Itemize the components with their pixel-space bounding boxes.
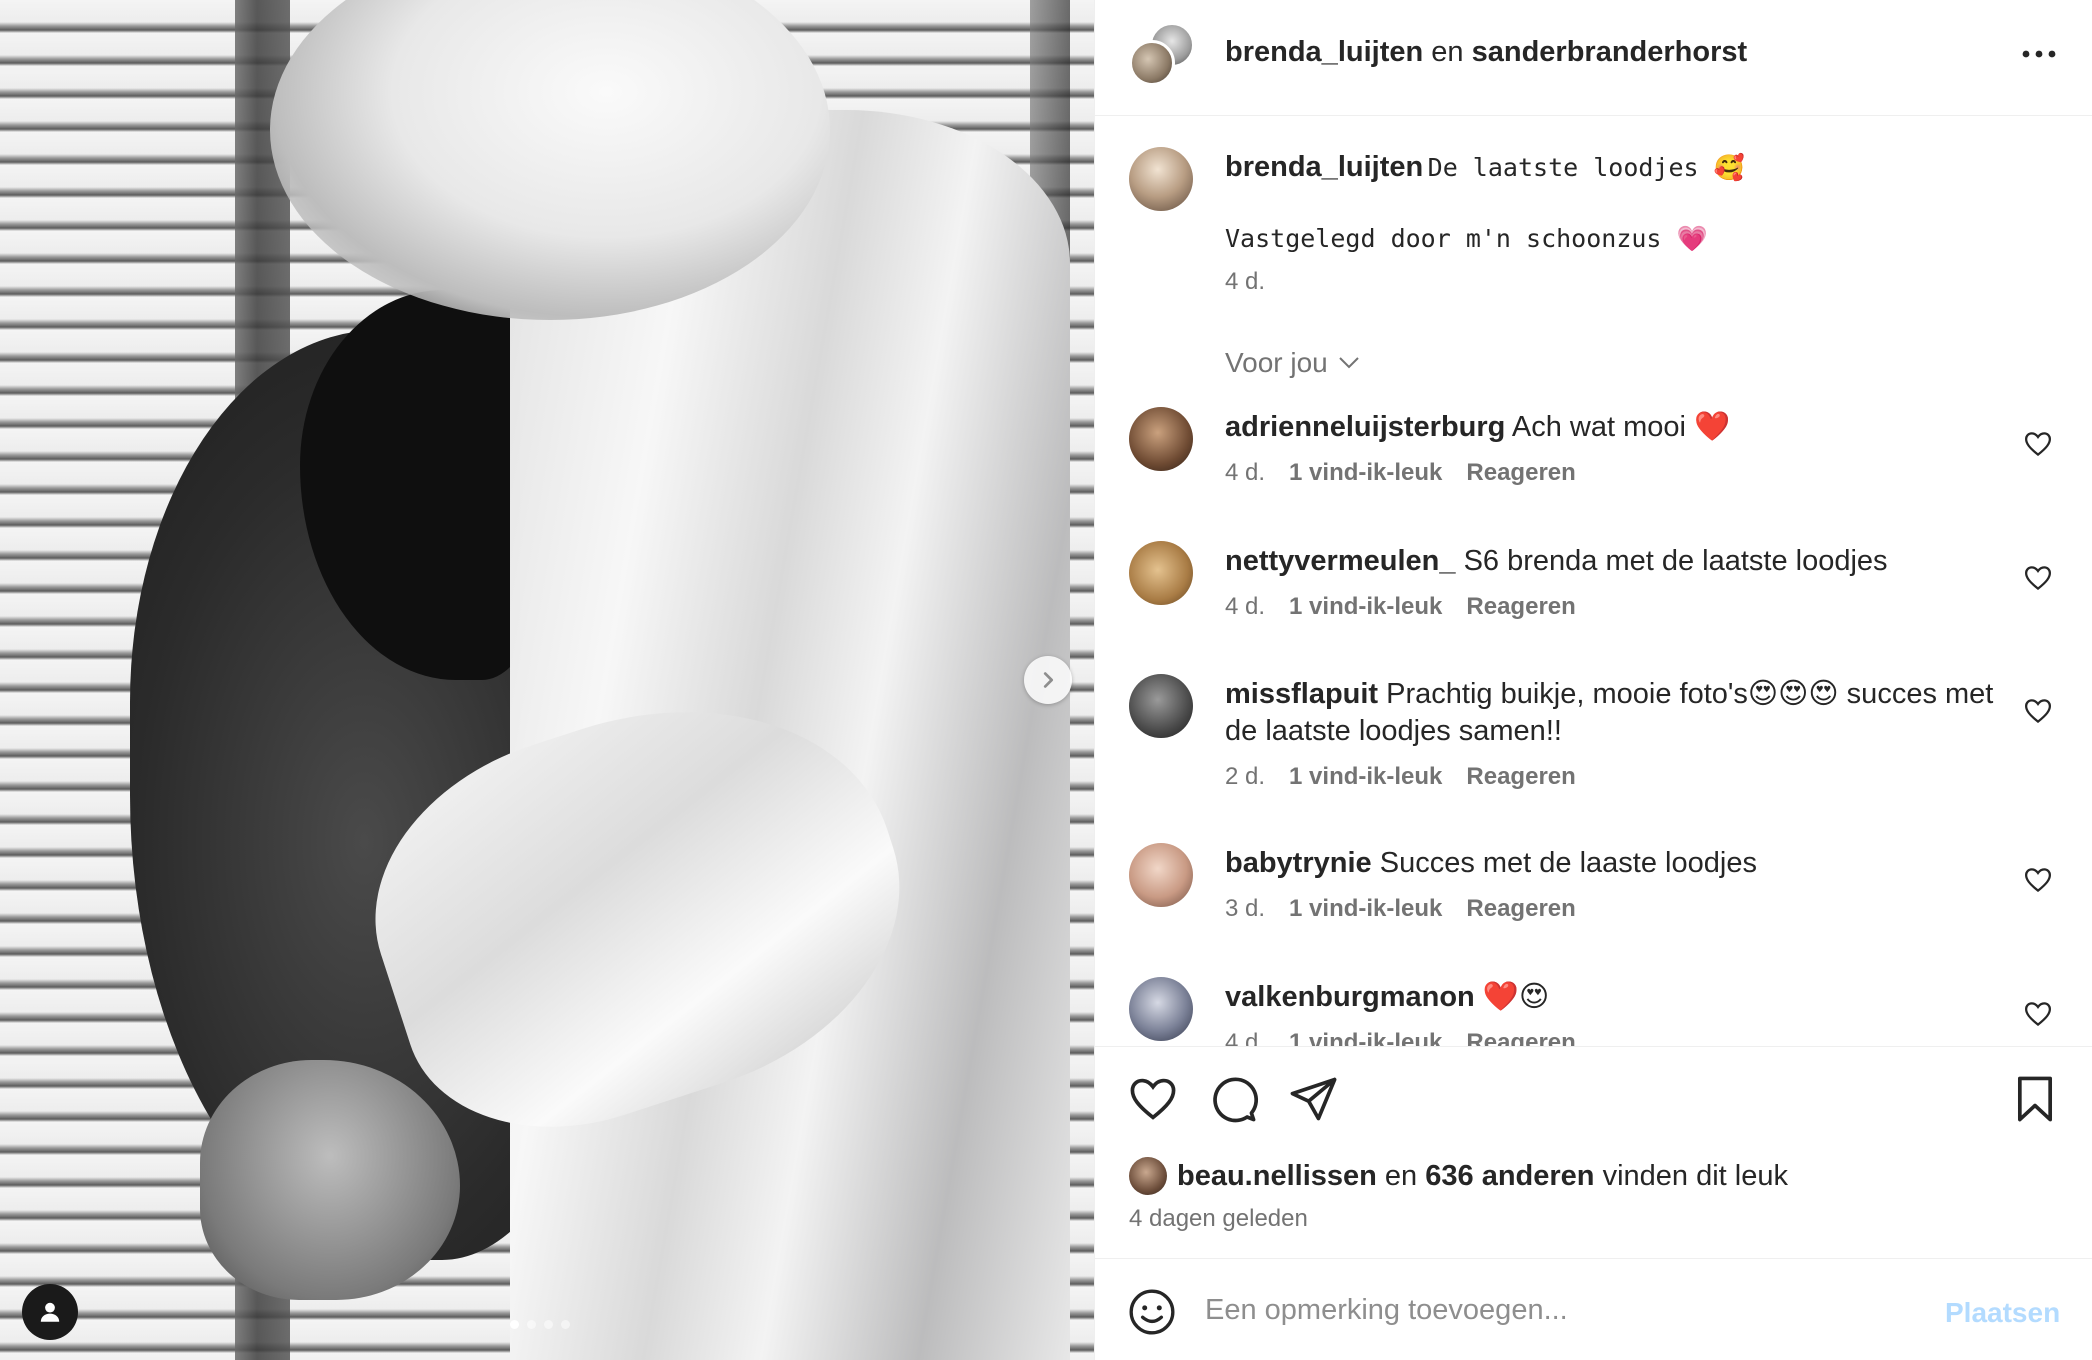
reply-button[interactable]: Reageren [1466, 588, 1575, 625]
collab-names: brenda_luijten en sanderbranderhorst [1225, 36, 1747, 69]
comment-username[interactable]: adrienneluijsterburg [1225, 411, 1505, 443]
caption-timestamp: 4 d. [1225, 268, 1266, 295]
comment-icon[interactable] [1207, 1073, 1259, 1125]
caption-line-2: Vastgelegd door m'n schoonzus 💗 [1225, 224, 1708, 253]
reply-button[interactable]: Reageren [1466, 454, 1575, 491]
caption-line-1: De laatste loodjes 🥰 [1427, 153, 1745, 182]
avatar[interactable] [1129, 541, 1193, 605]
comment-timestamp: 2 d. [1225, 763, 1266, 790]
comment-likes-count[interactable]: 1 vind-ik-leuk [1289, 890, 1442, 927]
likes-suffix: vinden dit leuk [1602, 1159, 1788, 1192]
comment-filter-dropdown[interactable]: Voor jou [1225, 347, 1360, 379]
likes-username[interactable]: beau.nellissen [1177, 1160, 1377, 1192]
comment-likes-count[interactable]: 1 vind-ik-leuk [1289, 588, 1442, 625]
comment-input[interactable] [1205, 1283, 1905, 1337]
comment-username[interactable]: valkenburgmanon [1225, 981, 1475, 1013]
share-icon[interactable] [1287, 1073, 1339, 1125]
next-slide-button[interactable] [1024, 656, 1072, 704]
carousel-indicator [510, 1320, 570, 1329]
comment-username[interactable]: nettyvermeulen_ [1225, 545, 1456, 577]
avatar[interactable] [1129, 147, 1193, 211]
carousel-dot [561, 1320, 570, 1329]
likes-connector: en [1384, 1159, 1418, 1192]
like-comment-heart-icon[interactable] [2023, 563, 2053, 593]
avatar[interactable] [1129, 674, 1193, 738]
add-comment-bar: Plaatsen [1095, 1258, 2092, 1360]
comment-timestamp: 3 d. [1225, 895, 1266, 922]
comment-likes-count[interactable]: 1 vind-ik-leuk [1289, 454, 1442, 491]
reply-button[interactable]: Reageren [1466, 890, 1575, 927]
like-comment-heart-icon[interactable] [2023, 999, 2053, 1029]
reply-button[interactable]: Reageren [1466, 758, 1575, 795]
avatar [1129, 40, 1175, 86]
header-username-1[interactable]: brenda_luijten [1225, 36, 1423, 68]
more-horizontal-icon [2022, 50, 2056, 58]
post-comment-button[interactable]: Plaatsen [1945, 1297, 2060, 1329]
comment-username[interactable]: missflapuit [1225, 678, 1378, 710]
comment-text: ❤️😍 [1482, 981, 1550, 1013]
avatar[interactable] [1129, 843, 1193, 907]
comment-text: Succes met de laaste loodjes [1379, 847, 1757, 879]
likes-summary[interactable]: beau.nellissen en 636 anderen vinden dit… [1129, 1157, 1788, 1195]
header-username-2[interactable]: sanderbranderhorst [1472, 36, 1748, 68]
carousel-dot [544, 1320, 553, 1329]
post-side-panel: brenda_luijten en sanderbranderhorst bre… [1094, 0, 2092, 1360]
comment-timestamp: 4 d. [1225, 1029, 1266, 1047]
chevron-down-icon [1339, 357, 1359, 369]
comment-likes-count[interactable]: 1 vind-ik-leuk [1289, 758, 1442, 795]
comment-text: Ach wat mooi ❤️ [1511, 411, 1731, 443]
likes-others-count[interactable]: 636 anderen [1425, 1160, 1594, 1192]
bookmark-icon[interactable] [2009, 1073, 2061, 1125]
comments-list[interactable]: brenda_luijten De laatste loodjes 🥰 Vast… [1095, 117, 2092, 1047]
comment-username[interactable]: babytrynie [1225, 847, 1372, 879]
comment-likes-count[interactable]: 1 vind-ik-leuk [1289, 1024, 1442, 1047]
reply-button[interactable]: Reageren [1466, 1024, 1575, 1047]
avatar[interactable] [1129, 977, 1193, 1041]
post-actions: beau.nellissen en 636 anderen vinden dit… [1095, 1046, 2092, 1260]
heart-icon[interactable] [1127, 1073, 1179, 1125]
emoji-icon[interactable] [1127, 1287, 1177, 1337]
carousel-dot [527, 1320, 536, 1329]
comment-timestamp: 4 d. [1225, 593, 1266, 620]
comment-text: S6 brenda met de laatste loodjes [1463, 545, 1888, 577]
collab-avatars[interactable] [1129, 22, 1195, 88]
more-options-button[interactable] [2013, 36, 2065, 72]
header-separator: en [1431, 36, 1464, 68]
chevron-right-icon [1043, 672, 1054, 688]
post-header: brenda_luijten en sanderbranderhorst [1095, 0, 2092, 116]
avatar [1129, 1157, 1167, 1195]
avatar[interactable] [1129, 407, 1193, 471]
tagged-users-button[interactable] [22, 1284, 78, 1340]
like-comment-heart-icon[interactable] [2023, 696, 2053, 726]
caption-username[interactable]: brenda_luijten [1225, 151, 1423, 183]
carousel-dot [510, 1320, 519, 1329]
post-date: 4 dagen geleden [1129, 1205, 1308, 1232]
user-icon [40, 1302, 60, 1322]
like-comment-heart-icon[interactable] [2023, 865, 2053, 895]
like-comment-heart-icon[interactable] [2023, 429, 2053, 459]
comment-filter-label: Voor jou [1225, 347, 1328, 378]
post-photo[interactable] [0, 0, 1094, 1360]
comment-timestamp: 4 d. [1225, 459, 1266, 486]
